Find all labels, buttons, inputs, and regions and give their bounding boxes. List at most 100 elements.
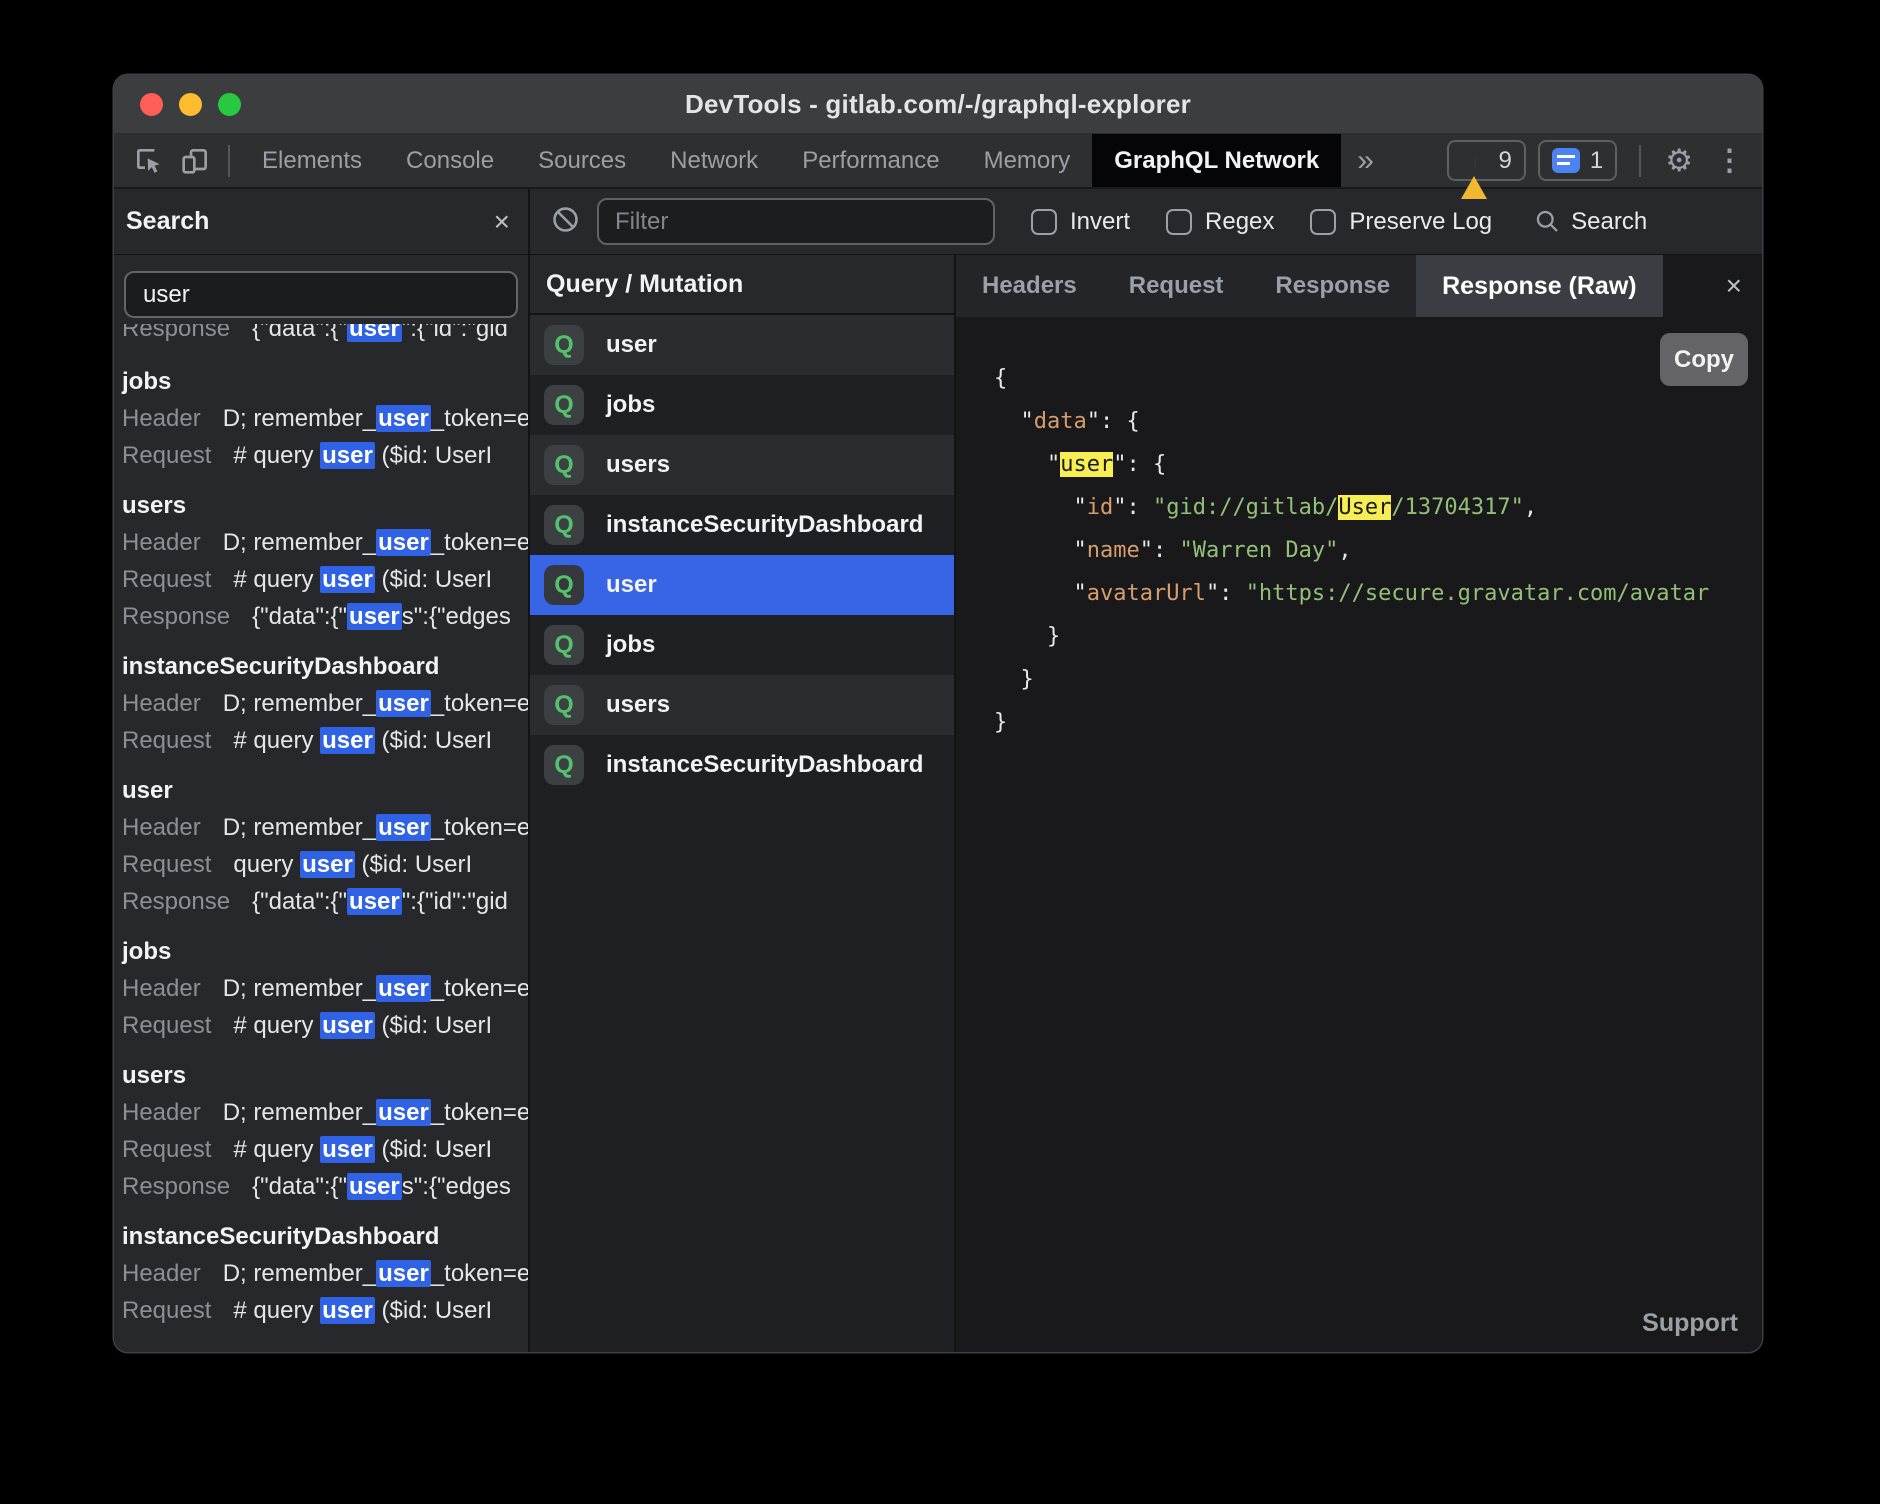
details-tab-response[interactable]: Response — [1249, 255, 1416, 317]
search-result-row[interactable]: HeaderD; remember_user_token=e — [122, 400, 528, 437]
json-token: , — [1338, 538, 1351, 563]
support-link[interactable]: Support — [1642, 1309, 1738, 1338]
checkbox-label: Invert — [1070, 208, 1130, 236]
query-type-badge: Q — [544, 445, 584, 485]
minimize-window-button[interactable] — [179, 93, 202, 116]
tab-elements[interactable]: Elements — [240, 134, 384, 187]
query-item-label: user — [606, 331, 657, 359]
result-row-label: Request — [122, 1136, 211, 1163]
search-result-row[interactable]: HeaderD; remember_user_token=e — [122, 685, 528, 722]
result-row-label: Header — [122, 1260, 201, 1287]
query-item-instancesecuritydashboard[interactable]: QinstanceSecurityDashboard — [530, 735, 954, 795]
search-result-row[interactable]: Requestquery user ($id: UserI — [122, 846, 528, 883]
result-text: ($id: UserI — [375, 1012, 492, 1039]
search-input[interactable] — [124, 271, 518, 318]
result-text: D; remember_ — [223, 690, 376, 717]
settings-gear-icon[interactable]: ⚙ — [1651, 143, 1707, 179]
search-match-highlight: user — [320, 442, 375, 469]
details-tab-request[interactable]: Request — [1103, 255, 1250, 317]
details-tab-response-raw[interactable]: Response (Raw) — [1416, 255, 1662, 317]
search-result-section-title[interactable]: users — [122, 488, 528, 524]
result-text: ":{"id":"gid — [402, 324, 508, 342]
more-tabs-chevron-icon[interactable]: » — [1341, 144, 1390, 178]
search-result-row[interactable]: HeaderD; remember_user_token=e — [122, 1255, 528, 1292]
device-toolbar-icon[interactable] — [172, 134, 218, 187]
search-result-row[interactable]: Response{"data":{"user":{"id":"gid — [122, 324, 528, 347]
query-item-jobs[interactable]: Qjobs — [530, 615, 954, 675]
kebab-menu-icon[interactable]: ⋮ — [1707, 143, 1762, 178]
result-text: # query — [233, 1012, 320, 1039]
json-token: ": { — [1113, 452, 1166, 477]
search-result-row[interactable]: Response{"data":{"user":{"id":"gid — [122, 883, 528, 920]
search-result-section-title[interactable]: instanceSecurityDashboard — [122, 649, 528, 685]
json-token: ": — [1140, 538, 1180, 563]
search-result-row[interactable]: Response{"data":{"users":{"edges — [122, 1168, 528, 1205]
search-result-row[interactable]: HeaderD; remember_user_token=e — [122, 1094, 528, 1131]
search-results: Response{"data":{"user":{"id":"gid jobsH… — [114, 318, 528, 1352]
query-type-badge: Q — [544, 385, 584, 425]
search-result-section-title[interactable]: instanceSecurityDashboard — [122, 1219, 528, 1255]
search-result-row[interactable]: Request# query user ($id: UserI — [122, 1292, 528, 1329]
query-mutation-list: QuserQjobsQusersQinstanceSecurityDashboa… — [530, 315, 954, 1352]
search-match-highlight: user — [376, 975, 431, 1002]
json-token: } — [994, 624, 1060, 649]
checkbox-invert[interactable]: Invert — [1031, 208, 1130, 236]
query-item-jobs[interactable]: Qjobs — [530, 375, 954, 435]
checkbox-box[interactable] — [1166, 209, 1192, 235]
search-result-row[interactable]: HeaderD; remember_user_token=e — [122, 970, 528, 1007]
tab-console[interactable]: Console — [384, 134, 516, 187]
copy-button[interactable]: Copy — [1660, 333, 1748, 386]
search-result-row[interactable]: HeaderD; remember_user_token=e — [122, 809, 528, 846]
checkbox-preserve-log[interactable]: Preserve Log — [1310, 208, 1492, 236]
close-window-button[interactable] — [140, 93, 163, 116]
search-result-section-title[interactable]: users — [122, 1058, 528, 1094]
tab-sources[interactable]: Sources — [516, 134, 648, 187]
search-result-row[interactable]: Request# query user ($id: UserI — [122, 1007, 528, 1044]
tab-network[interactable]: Network — [648, 134, 780, 187]
result-text: D; remember_ — [223, 1099, 376, 1126]
zoom-window-button[interactable] — [218, 93, 241, 116]
query-item-users[interactable]: Qusers — [530, 675, 954, 735]
query-item-user[interactable]: Quser — [530, 315, 954, 375]
checkbox-box[interactable] — [1031, 209, 1057, 235]
search-result-row[interactable]: Request# query user ($id: UserI — [122, 437, 528, 474]
checkbox-box[interactable] — [1310, 209, 1336, 235]
query-item-label: users — [606, 691, 670, 719]
details-tab-headers[interactable]: Headers — [956, 255, 1103, 317]
close-search-panel-icon[interactable]: × — [494, 208, 510, 236]
result-text: # query — [233, 1297, 320, 1324]
json-line: { — [994, 357, 1762, 400]
search-result-section-title[interactable]: jobs — [122, 934, 528, 970]
result-row-label: Header — [122, 405, 201, 432]
window-titlebar[interactable]: DevTools - gitlab.com/-/graphql-explorer — [114, 75, 1762, 134]
filter-checkbox-group: Invert Regex Preserve Log — [1031, 208, 1492, 236]
query-item-label: user — [606, 571, 657, 599]
tab-memory[interactable]: Memory — [962, 134, 1093, 187]
details-tabbar-end: × — [1663, 255, 1762, 317]
result-row-label: Request — [122, 442, 211, 469]
result-row-label: Header — [122, 1099, 201, 1126]
search-result-row[interactable]: HeaderD; remember_user_token=e — [122, 524, 528, 561]
checkbox-regex[interactable]: Regex — [1166, 208, 1274, 236]
close-details-icon[interactable]: × — [1726, 272, 1742, 300]
inspect-element-icon[interactable] — [126, 134, 172, 187]
tab-graphql-network[interactable]: GraphQL Network — [1092, 134, 1341, 187]
search-result-row[interactable]: Request# query user ($id: UserI — [122, 561, 528, 598]
result-text: s":{"edges — [402, 1173, 511, 1200]
warning-icon: ! — [1461, 149, 1488, 172]
search-result-section-title[interactable]: jobs — [122, 364, 528, 400]
issues-badge[interactable]: 1 — [1538, 140, 1617, 181]
search-match-highlight: user — [320, 566, 375, 593]
search-result-row[interactable]: Request# query user ($id: UserI — [122, 1131, 528, 1168]
tab-performance[interactable]: Performance — [780, 134, 961, 187]
query-item-users[interactable]: Qusers — [530, 435, 954, 495]
filter-input[interactable] — [597, 198, 995, 245]
warnings-badge[interactable]: ! 9 — [1447, 140, 1525, 181]
search-result-row[interactable]: Request# query user ($id: UserI — [122, 722, 528, 759]
clear-icon[interactable] — [550, 204, 581, 240]
toolbar-search-button[interactable]: Search — [1534, 208, 1647, 236]
search-result-row[interactable]: Response{"data":{"users":{"edges — [122, 598, 528, 635]
query-item-user[interactable]: Quser — [530, 555, 954, 615]
search-result-section-title[interactable]: user — [122, 773, 528, 809]
query-item-instancesecuritydashboard[interactable]: QinstanceSecurityDashboard — [530, 495, 954, 555]
